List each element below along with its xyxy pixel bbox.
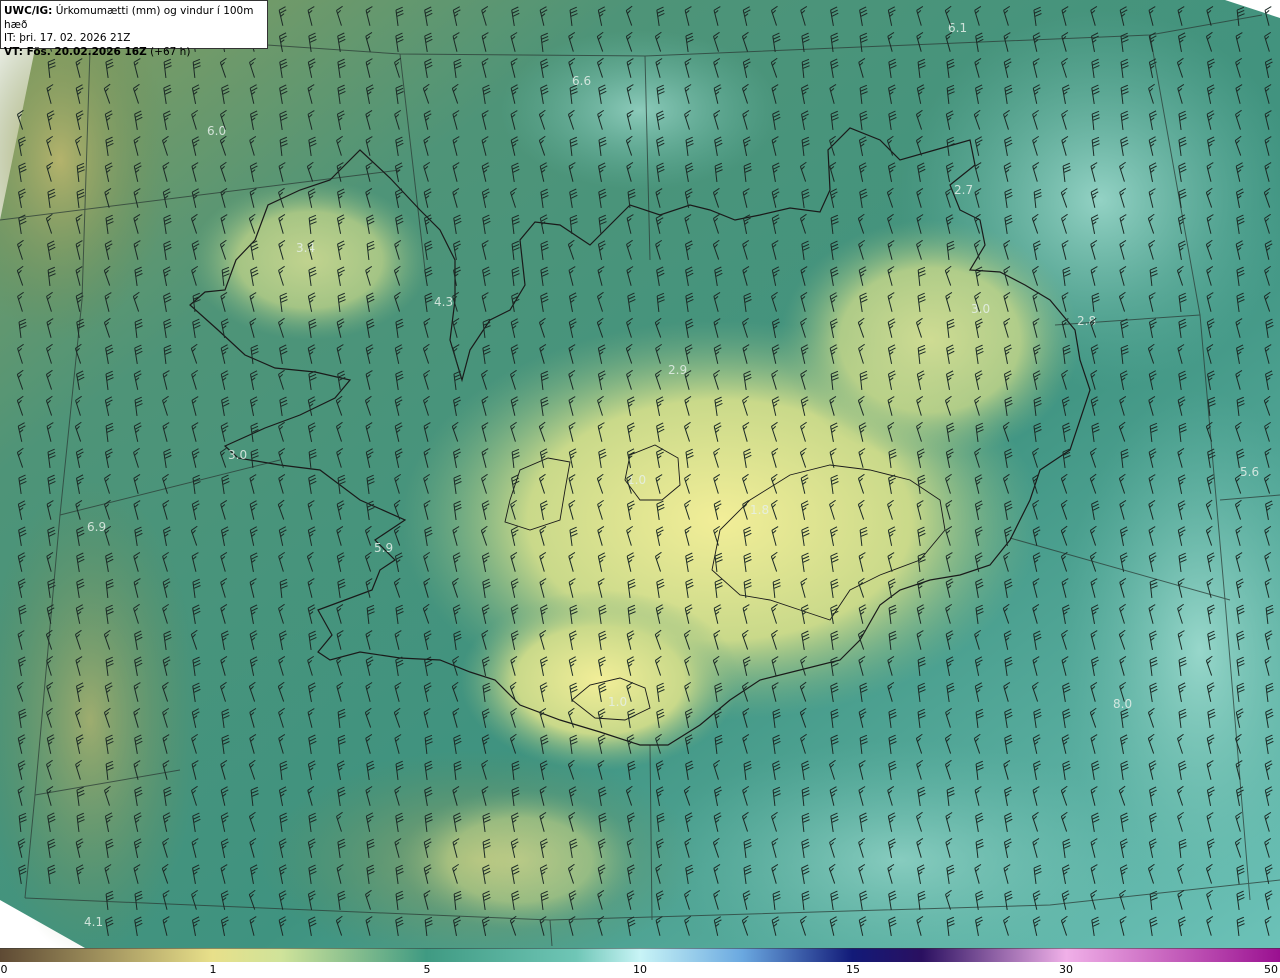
valid-time-line: VT: Fös. 20.02.2026 16Z (+67 h) bbox=[4, 46, 264, 60]
valid-time: VT: Fös. 20.02.2026 16Z bbox=[4, 45, 147, 58]
map-value-label: 2.9 bbox=[668, 363, 687, 377]
map-value-label: 1.0 bbox=[608, 695, 627, 709]
map-value-label: 3.0 bbox=[228, 448, 247, 462]
colorbar-tick: 10 bbox=[633, 963, 647, 976]
map-value-label: 2.7 bbox=[954, 183, 973, 197]
map-value-label: 5.9 bbox=[374, 541, 393, 555]
title-box: UWC/IG: Úrkomumætti (mm) og vindur í 100… bbox=[0, 0, 268, 58]
map-value-label: 6.9 bbox=[87, 520, 106, 534]
map-value-label: 1.0 bbox=[627, 473, 646, 487]
map-value-label: 4.1 bbox=[84, 915, 103, 929]
map-value-label: 3.0 bbox=[971, 302, 990, 316]
map-value-label: 8.0 bbox=[1113, 697, 1132, 711]
map-value-label: 1.8 bbox=[750, 503, 769, 517]
colorbar-tick: 30 bbox=[1059, 963, 1073, 976]
colorbar-tick: 5 bbox=[423, 963, 431, 976]
colorbar-tick: 50 bbox=[1264, 963, 1278, 976]
precipitation-wind-map: 6.1 6.6 6.0 3.4 4.3 2.7 3.0 2.8 2.9 3.0 … bbox=[0, 0, 1280, 948]
colorbar-tick: 0 bbox=[0, 963, 8, 976]
colorbar-tick: 1 bbox=[209, 963, 217, 976]
colorbar-labels: 0 1 5 10 15 30 50 bbox=[0, 962, 1280, 978]
map-value-label: 3.4 bbox=[296, 241, 315, 255]
colorbar-tick: 15 bbox=[846, 963, 860, 976]
map-value-label: 6.0 bbox=[207, 124, 226, 138]
model-name: UWC/IG: bbox=[4, 5, 53, 17]
map-value-label: 5.6 bbox=[1240, 465, 1259, 479]
forecast-figure: 6.1 6.6 6.0 3.4 4.3 2.7 3.0 2.8 2.9 3.0 … bbox=[0, 0, 1280, 978]
title-line: UWC/IG: Úrkomumætti (mm) og vindur í 100… bbox=[4, 5, 264, 32]
map-value-label: 2.8 bbox=[1077, 314, 1096, 328]
issue-time: IT: þri. 17. 02. 2026 21Z bbox=[4, 32, 131, 44]
colorbar bbox=[0, 948, 1280, 962]
map-value-label: 4.3 bbox=[434, 295, 453, 309]
lead-time: (+67 h) bbox=[150, 45, 191, 58]
